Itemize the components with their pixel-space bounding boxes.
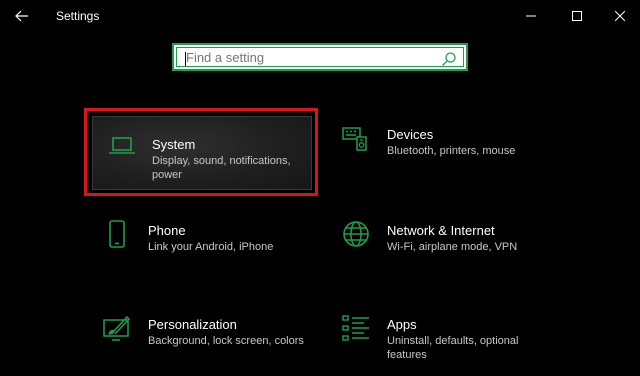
tile-title: Apps — [387, 317, 417, 332]
tile-title: Personalization — [148, 317, 237, 332]
tile-personalization[interactable]: Personalization Background, lock screen,… — [87, 300, 313, 376]
paintbrush-icon — [103, 315, 131, 341]
maximize-button[interactable] — [554, 0, 600, 32]
apps-list-icon — [342, 315, 369, 341]
search-input[interactable] — [182, 48, 412, 66]
tile-devices[interactable]: Devices Bluetooth, printers, mouse — [326, 110, 552, 186]
search-field-frame — [176, 47, 464, 67]
tile-phone[interactable]: Phone Link your Android, iPhone — [87, 206, 313, 282]
tile-description: Wi-Fi, airplane mode, VPN — [387, 241, 518, 253]
globe-icon — [343, 221, 369, 247]
tile-network-internet[interactable]: Network & Internet Wi-Fi, airplane mode,… — [326, 206, 552, 282]
tile-description: Display, sound, notifications, power — [152, 155, 291, 181]
back-arrow-icon — [15, 10, 28, 22]
tile-description: Bluetooth, printers, mouse — [387, 145, 516, 157]
tile-title: Network & Internet — [387, 223, 495, 238]
tile-apps[interactable]: Apps Uninstall, defaults, optional featu… — [326, 300, 552, 376]
tile-title: Devices — [387, 127, 434, 142]
laptop-icon — [109, 137, 135, 154]
minimize-button[interactable] — [508, 0, 554, 32]
devices-icon — [342, 127, 367, 151]
tile-description: Uninstall, defaults, optional features — [387, 335, 519, 361]
search-icon[interactable] — [441, 51, 457, 67]
tile-system-hover-background: System Display, sound, notifications, po… — [92, 116, 312, 190]
tile-title: Phone — [148, 223, 186, 238]
maximize-icon — [572, 11, 582, 21]
phone-icon — [109, 220, 125, 248]
tile-description: Background, lock screen, colors — [148, 335, 304, 347]
close-icon — [615, 11, 625, 21]
tile-system[interactable]: System Display, sound, notifications, po… — [84, 108, 318, 196]
tile-description: Link your Android, iPhone — [148, 241, 274, 253]
window-title: Settings — [56, 9, 100, 23]
back-button[interactable] — [6, 0, 38, 32]
minimize-icon — [526, 15, 536, 17]
tile-title: System — [152, 137, 196, 152]
title-bar: Settings — [0, 0, 640, 32]
search-box[interactable] — [172, 43, 468, 71]
close-button[interactable] — [600, 0, 640, 32]
